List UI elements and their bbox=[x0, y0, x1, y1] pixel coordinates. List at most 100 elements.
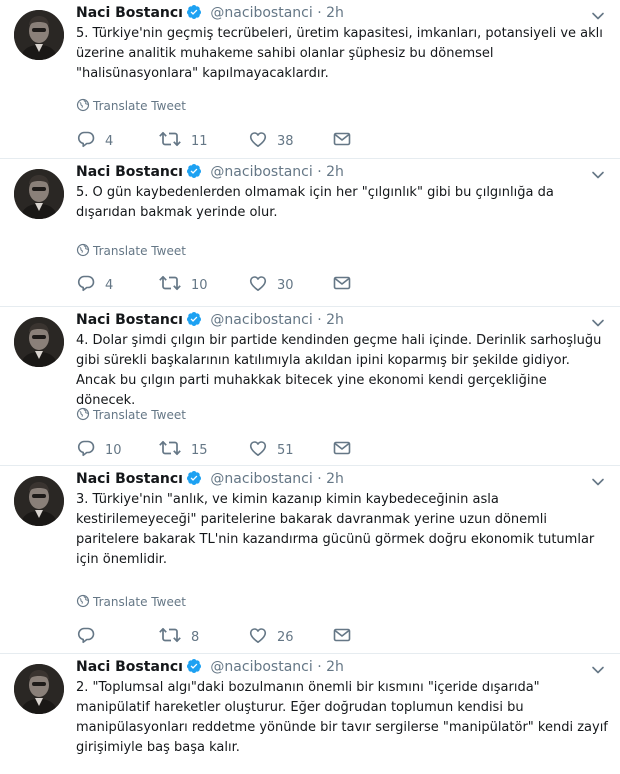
retweet-button[interactable]: 11 bbox=[158, 129, 208, 149]
tweet-timestamp[interactable]: 2h bbox=[326, 164, 344, 180]
like-icon bbox=[248, 129, 268, 149]
message-button[interactable] bbox=[332, 129, 361, 149]
globe-icon bbox=[76, 594, 90, 608]
retweet-button[interactable]: 10 bbox=[158, 273, 208, 293]
message-icon bbox=[332, 625, 352, 645]
reply-icon bbox=[76, 625, 96, 645]
author-name[interactable]: Naci Bostancı bbox=[76, 5, 183, 21]
tweet-text: 2. "Toplumsal algı"daki bozulmanın öneml… bbox=[76, 680, 608, 755]
retweet-icon bbox=[158, 438, 182, 458]
like-button[interactable]: 26 bbox=[248, 625, 294, 645]
reply-icon bbox=[76, 273, 96, 293]
like-button[interactable]: 51 bbox=[248, 438, 294, 458]
message-button[interactable] bbox=[332, 273, 361, 293]
retweet-button[interactable]: 8 bbox=[158, 625, 199, 645]
tweet-timestamp[interactable]: 2h bbox=[326, 5, 344, 21]
author-name[interactable]: Naci Bostancı bbox=[76, 471, 183, 487]
tweet-header: Naci Bostancı @nacibostanci · 2h bbox=[76, 469, 344, 489]
translate-tweet-link[interactable]: Translate Tweet bbox=[76, 407, 186, 423]
like-button[interactable]: 38 bbox=[248, 129, 294, 149]
like-icon bbox=[248, 438, 268, 458]
separator-dot: · bbox=[317, 164, 322, 180]
retweet-count: 15 bbox=[191, 443, 208, 458]
like-icon bbox=[248, 273, 268, 293]
globe-icon bbox=[76, 98, 90, 112]
retweet-icon bbox=[158, 625, 182, 645]
reply-count: 4 bbox=[105, 278, 114, 293]
translate-tweet-link[interactable]: Translate Tweet bbox=[76, 98, 186, 114]
reply-button[interactable] bbox=[76, 625, 105, 645]
tweet-timestamp[interactable]: 2h bbox=[326, 471, 344, 487]
author-handle[interactable]: @nacibostanci bbox=[210, 312, 312, 328]
tweet-header: Naci Bostancı @nacibostanci · 2h bbox=[76, 3, 344, 23]
author-handle[interactable]: @nacibostanci bbox=[210, 164, 312, 180]
message-button[interactable] bbox=[332, 438, 361, 458]
author-handle[interactable]: @nacibostanci bbox=[210, 471, 312, 487]
like-count: 30 bbox=[277, 278, 294, 293]
avatar[interactable] bbox=[14, 664, 64, 714]
tweet-timestamp[interactable]: 2h bbox=[326, 312, 344, 328]
avatar[interactable] bbox=[14, 317, 64, 367]
like-icon bbox=[248, 625, 268, 645]
message-icon bbox=[332, 129, 352, 149]
separator-dot: · bbox=[317, 5, 322, 21]
verified-badge-icon bbox=[186, 163, 202, 179]
globe-icon bbox=[76, 243, 90, 257]
reply-count: 4 bbox=[105, 134, 114, 149]
avatar[interactable] bbox=[14, 169, 64, 219]
tweet-text: 5. O gün kaybedenlerden olmamak için her… bbox=[76, 185, 554, 220]
like-count: 51 bbox=[277, 443, 294, 458]
translate-label: Translate Tweet bbox=[93, 244, 186, 258]
chevron-down-icon[interactable] bbox=[590, 8, 606, 24]
verified-badge-icon bbox=[186, 4, 202, 20]
verified-badge-icon bbox=[186, 658, 202, 674]
retweet-count: 11 bbox=[191, 134, 208, 149]
reply-button[interactable]: 4 bbox=[76, 273, 113, 293]
message-icon bbox=[332, 273, 352, 293]
tweet[interactable]: Naci Bostancı @nacibostanci · 2h 4. Dola… bbox=[0, 307, 620, 466]
retweet-icon bbox=[158, 273, 182, 293]
tweet[interactable]: Naci Bostancı @nacibostanci · 2h 3. Türk… bbox=[0, 466, 620, 654]
like-button[interactable]: 30 bbox=[248, 273, 294, 293]
tweet[interactable]: Naci Bostancı @nacibostanci · 2h 2. "Top… bbox=[0, 654, 620, 774]
author-handle[interactable]: @nacibostanci bbox=[210, 5, 312, 21]
translate-label: Translate Tweet bbox=[93, 408, 186, 422]
retweet-icon bbox=[158, 129, 182, 149]
avatar-photo-icon bbox=[14, 476, 64, 526]
avatar-photo-icon bbox=[14, 317, 64, 367]
author-name[interactable]: Naci Bostancı bbox=[76, 659, 183, 675]
tweet-header: Naci Bostancı @nacibostanci · 2h bbox=[76, 310, 344, 330]
tweet-text: 5. Türkiye'nin geçmiş tecrübeleri, üreti… bbox=[76, 26, 603, 81]
tweet-header: Naci Bostancı @nacibostanci · 2h bbox=[76, 657, 344, 677]
verified-badge-icon bbox=[186, 311, 202, 327]
author-handle[interactable]: @nacibostanci bbox=[210, 659, 312, 675]
retweet-count: 10 bbox=[191, 278, 208, 293]
reply-button[interactable]: 4 bbox=[76, 129, 113, 149]
avatar[interactable] bbox=[14, 10, 64, 60]
author-name[interactable]: Naci Bostancı bbox=[76, 312, 183, 328]
translate-tweet-link[interactable]: Translate Tweet bbox=[76, 594, 186, 610]
reply-count: 10 bbox=[105, 443, 122, 458]
author-name[interactable]: Naci Bostancı bbox=[76, 164, 183, 180]
avatar-photo-icon bbox=[14, 169, 64, 219]
chevron-down-icon[interactable] bbox=[590, 167, 606, 183]
tweet[interactable]: Naci Bostancı @nacibostanci · 2h 5. O gü… bbox=[0, 159, 620, 307]
chevron-down-icon[interactable] bbox=[590, 662, 606, 678]
message-button[interactable] bbox=[332, 625, 361, 645]
like-count: 38 bbox=[277, 134, 294, 149]
reply-button[interactable]: 10 bbox=[76, 438, 122, 458]
avatar-photo-icon bbox=[14, 664, 64, 714]
tweet-text: 3. Türkiye'nin "anlık, ve kimin kazanıp … bbox=[76, 492, 595, 567]
reply-icon bbox=[76, 129, 96, 149]
translate-tweet-link[interactable]: Translate Tweet bbox=[76, 243, 186, 259]
tweet[interactable]: Naci Bostancı @nacibostanci · 2h 5. Türk… bbox=[0, 0, 620, 159]
avatar[interactable] bbox=[14, 476, 64, 526]
separator-dot: · bbox=[317, 312, 322, 328]
retweet-button[interactable]: 15 bbox=[158, 438, 208, 458]
retweet-count: 8 bbox=[191, 630, 200, 645]
chevron-down-icon[interactable] bbox=[590, 474, 606, 490]
chevron-down-icon[interactable] bbox=[590, 315, 606, 331]
globe-icon bbox=[76, 407, 90, 421]
tweet-timestamp[interactable]: 2h bbox=[326, 659, 344, 675]
translate-label: Translate Tweet bbox=[93, 99, 186, 113]
